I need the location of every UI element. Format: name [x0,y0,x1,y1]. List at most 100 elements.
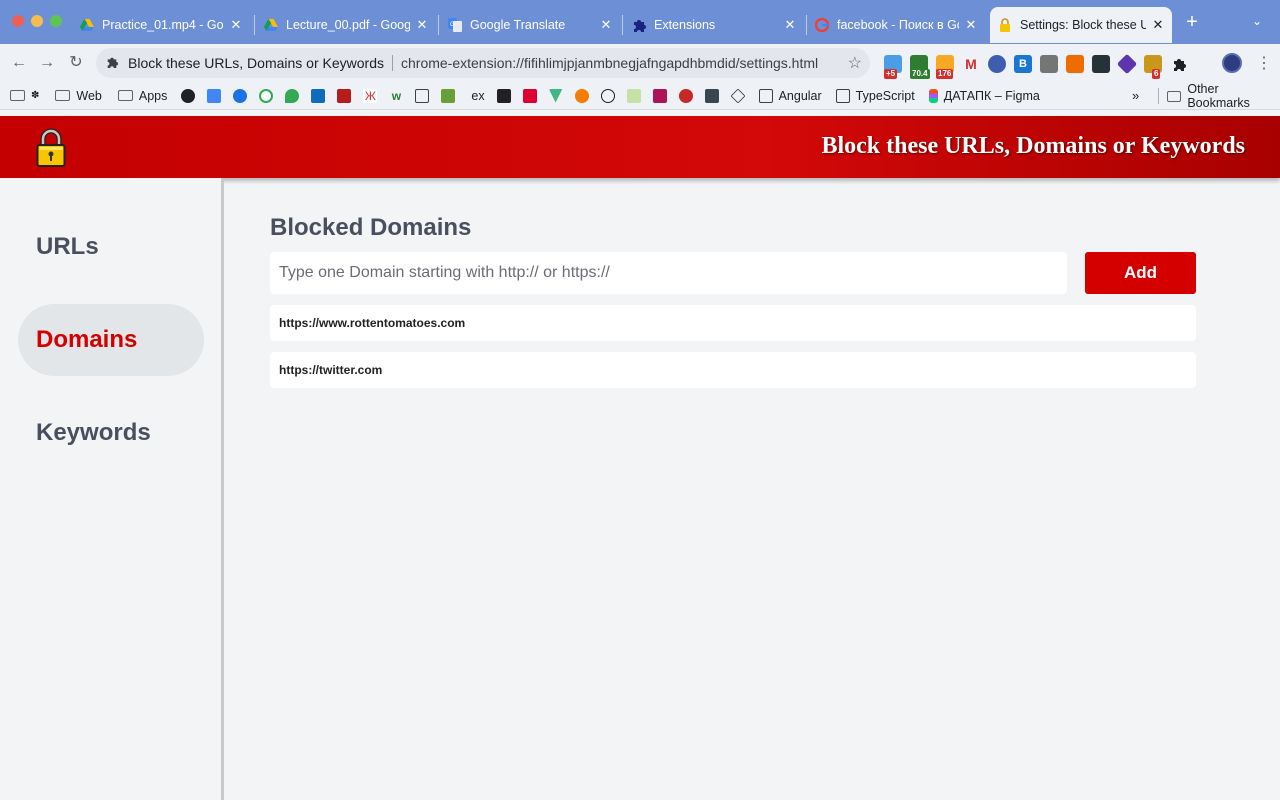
bookmark-maps[interactable] [285,88,305,103]
main-content: Blocked Domains Add https://www.rottento… [224,178,1280,800]
bookmark-hexagon[interactable] [574,88,595,103]
close-icon[interactable]: ✕ [782,17,798,33]
bookmark-folder[interactable]: ✽ [10,90,39,101]
bookmark-apps[interactable]: Apps [117,89,167,103]
tab-extensions[interactable]: Extensions ✕ [632,7,804,43]
react-icon [496,88,511,103]
new-tab-button[interactable]: + [1183,12,1201,32]
forward-arrow-icon[interactable]: → [37,53,57,73]
m-icon [415,88,430,103]
extension-icon[interactable] [1066,55,1084,73]
extension-icon[interactable] [1092,55,1110,73]
menu-icon[interactable]: ⋮ [1256,53,1272,73]
minimize-window-button[interactable] [31,15,43,27]
bookmark-codepen[interactable] [730,88,751,103]
lock-icon[interactable]: 6 [1144,55,1162,79]
bookmark-save[interactable] [704,88,725,103]
bookmark-node[interactable] [441,88,461,103]
node-icon [441,88,456,103]
tab-practice[interactable]: Practice_01.mp4 - Google ✕ [80,7,250,43]
bookmark-figure[interactable]: Ж [363,88,383,103]
folder-icon [117,90,133,101]
close-icon[interactable]: ✕ [963,17,979,33]
bookmark-react[interactable] [496,88,517,103]
reload-icon[interactable]: ↻ [66,53,86,73]
address-bar[interactable]: Block these URLs, Domains or Keywords ch… [96,48,870,78]
other-bookmarks[interactable]: Other Bookmarks [1158,82,1280,110]
tab-google-translate[interactable]: G Google Translate ✕ [448,7,620,43]
google-drive-icon [80,18,94,32]
w-icon: w [391,88,402,103]
bookmark-check[interactable] [259,88,279,103]
avatar[interactable] [1222,53,1242,73]
omnibox-url: chrome-extension://fifihlimjpjanmbnegjaf… [401,55,819,71]
check-icon [259,88,274,103]
tab-settings-active[interactable]: Settings: Block these UR ✕ [990,7,1172,43]
bookmark-w[interactable]: w [389,89,409,103]
outlook-icon [311,88,326,103]
bookmark-github[interactable] [181,88,201,103]
extension-icon[interactable]: B [1014,55,1032,73]
floppy-icon [704,88,719,103]
puzzle-icon[interactable] [1170,55,1188,73]
maximize-window-button[interactable] [50,15,62,27]
bookmark-vue[interactable] [548,88,569,103]
svg-text:G: G [450,22,455,28]
extension-icon[interactable] [988,55,1006,73]
bookmark-figma[interactable]: ДАТАПК – Figma [928,88,1040,103]
extension-icon[interactable]: +5 [884,55,902,79]
figma-icon [928,88,938,103]
page-title: Block these URLs, Domains or Keywords [821,133,1245,159]
bookmark-angular[interactable]: Angular [758,88,822,103]
puzzle-icon [106,56,122,71]
person-icon: Ж [363,88,378,103]
gmail-icon[interactable]: M [962,55,980,73]
close-icon[interactable]: ✕ [228,17,244,33]
extension-icon[interactable] [1116,53,1138,75]
bookmark-web[interactable]: Web [55,89,102,103]
extension-icon[interactable] [1040,55,1058,73]
sidebar-item-urls[interactable]: URLs [18,211,204,283]
back-arrow-icon[interactable]: ← [9,53,29,73]
sidebar-item-domains[interactable]: Domains [18,304,204,376]
bookmark-t[interactable] [600,88,621,103]
tab-lecture[interactable]: Lecture_00.pdf - Google ✕ [264,7,436,43]
bookmark-outlook[interactable] [311,88,331,103]
extension-icon[interactable]: 176 [936,55,954,79]
folder-icon [1166,90,1182,102]
bookmark-star-icon[interactable]: ☆ [848,53,862,73]
bookmark-angular-icon[interactable] [522,88,543,103]
bookmark-record[interactable] [678,88,699,103]
section-title: Blocked Domains [270,214,472,241]
close-icon[interactable]: ✕ [598,17,614,33]
angular-icon [522,88,537,103]
domain-input[interactable] [270,252,1067,294]
sidebar: URLs Domains Keywords [0,178,224,800]
bookmark-shield[interactable] [337,88,357,103]
bookmark-typescript[interactable]: TypeScript [835,88,915,103]
bookmark-translate[interactable] [207,88,227,103]
close-window-button[interactable] [12,15,24,27]
bookmark-s[interactable] [652,88,673,103]
close-icon[interactable]: ✕ [414,17,430,33]
tab-facebook-search[interactable]: facebook - Поиск в Goog ✕ [815,7,985,43]
lock-icon [36,128,66,168]
list-item[interactable]: https://www.rottentomatoes.com [270,305,1196,341]
bookmarks-overflow-chevron-icon[interactable]: » [1132,88,1139,103]
omnibox-page-title: Block these URLs, Domains or Keywords [128,55,384,71]
bookmark-chart[interactable] [626,88,647,103]
github-icon [181,88,196,103]
add-button[interactable]: Add [1085,252,1196,294]
bookmark-ex[interactable]: ex [471,89,484,103]
page-header: Block these URLs, Domains or Keywords [0,116,1280,178]
sidebar-item-keywords[interactable]: Keywords [18,397,204,469]
puzzle-icon [632,18,646,32]
map-pin-icon [285,88,300,103]
close-icon[interactable]: ✕ [1150,17,1166,33]
tab-search-chevron-icon[interactable]: ⌄ [1252,14,1262,28]
list-item[interactable]: https://twitter.com [270,352,1196,388]
s-icon [652,88,667,103]
bookmark-m[interactable] [415,88,435,103]
extension-icon[interactable]: 70.4 [910,55,930,79]
bookmark-globe[interactable] [233,88,253,103]
